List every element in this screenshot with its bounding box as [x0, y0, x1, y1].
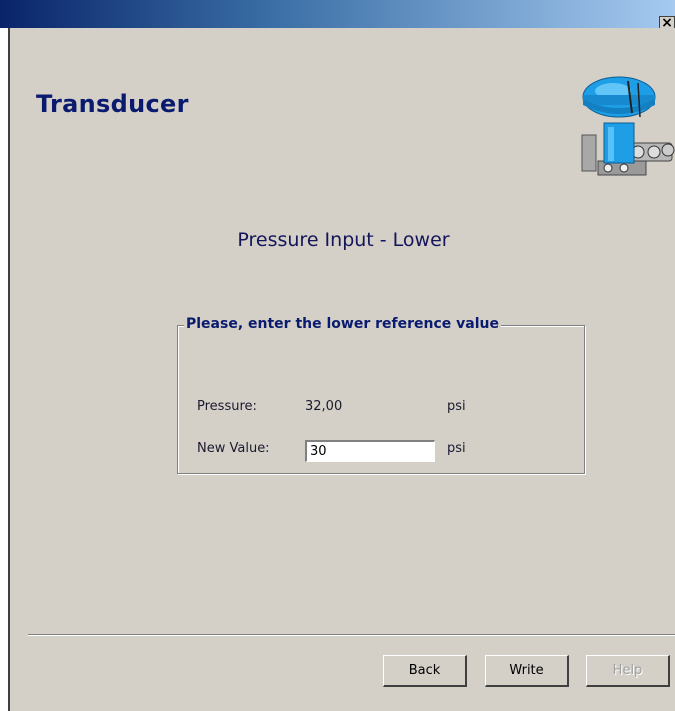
help-button[interactable]: Help: [586, 655, 670, 687]
header-title: Transducer: [36, 90, 189, 118]
pressure-label: Pressure:: [197, 399, 257, 414]
window-titlebar: [0, 0, 675, 28]
new-value-input[interactable]: [304, 439, 436, 463]
new-value-unit: psi: [447, 441, 466, 456]
reference-value-group: Please, enter the lower reference value …: [177, 316, 585, 474]
page-title: Pressure Input - Lower: [237, 229, 450, 251]
new-value-label: New Value:: [197, 441, 270, 456]
group-legend: Please, enter the lower reference value: [184, 316, 501, 332]
pressure-unit: psi: [447, 399, 466, 414]
pressure-value: 32,00: [305, 399, 343, 414]
footer-separator: [28, 634, 675, 636]
wizard-dialog: Transducer Pressure Input - Lower Please…: [8, 28, 675, 711]
back-button[interactable]: Back: [383, 655, 467, 687]
valve-actuator-icon: [581, 76, 675, 176]
write-button[interactable]: Write: [485, 655, 569, 687]
